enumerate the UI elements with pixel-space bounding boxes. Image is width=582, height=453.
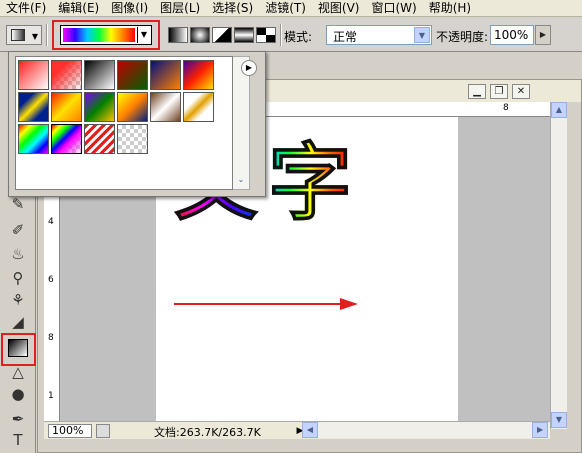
ruler-label: 1 <box>48 391 54 401</box>
maximize-button[interactable]: ❐ <box>490 84 508 99</box>
menu-bar: 文件(F) 编辑(E) 图像(I) 图层(L) 选择(S) 滤镜(T) 视图(V) 窗口(W)… <box>0 0 582 17</box>
panel-menu-button[interactable]: ▶ <box>241 60 257 76</box>
radial-gradient-button[interactable] <box>190 27 210 43</box>
gradient-swatch[interactable] <box>51 92 82 122</box>
scroll-down-button[interactable]: ▼ <box>551 412 567 428</box>
gradient-picker[interactable]: ▼ <box>60 25 152 45</box>
scroll-down-button[interactable]: ⌄ <box>233 173 249 189</box>
menu-item[interactable]: 滤镜(T) <box>259 0 312 16</box>
mode-label: 模式: <box>284 30 313 44</box>
pen-icon[interactable]: ✒ <box>5 408 31 430</box>
swatch-scrollbar[interactable]: ⌄ <box>233 56 250 190</box>
menu-item[interactable]: 图层(L) <box>154 0 206 16</box>
gradient-swatch[interactable] <box>150 92 181 122</box>
gradient-swatch[interactable] <box>183 92 214 122</box>
blur-icon[interactable]: △ <box>5 361 31 383</box>
minimize-button[interactable]: ▁ <box>468 84 486 99</box>
gradient-swatch[interactable] <box>18 124 49 154</box>
type-icon[interactable]: T <box>5 429 31 451</box>
linear-gradient-button[interactable] <box>168 27 188 43</box>
scroll-left-button[interactable]: ▲ <box>302 422 318 438</box>
brush-icon[interactable]: ♨ <box>5 243 31 265</box>
diamond-gradient-button[interactable] <box>256 27 276 43</box>
menu-item[interactable]: 视图(V) <box>312 0 366 16</box>
gradient-swatch[interactable] <box>117 124 148 154</box>
reflected-gradient-button[interactable] <box>234 27 254 43</box>
gradient-swatch[interactable] <box>84 124 115 154</box>
chevron-down-icon: ▼ <box>31 32 38 41</box>
ruler-label: 6 <box>48 275 54 285</box>
eraser-icon[interactable]: ◢ <box>5 311 31 333</box>
gradient-tool-icon[interactable] <box>8 339 28 357</box>
ruler-label: 8 <box>48 333 54 343</box>
gradient-tool-icon <box>11 29 25 41</box>
gradient-swatch[interactable] <box>18 60 49 90</box>
document-info: 文档:263.7K/263.7K <box>154 426 261 439</box>
gradient-picker-panel: ⌄ ▶ <box>8 51 266 197</box>
gradient-swatch[interactable] <box>18 92 49 122</box>
scroll-up-button[interactable]: ▲ <box>551 102 567 118</box>
tool-preset-picker[interactable]: ▼ <box>6 25 42 45</box>
options-bar: ▼ ▼ 模式: 正常 ▼ 不透明度: 100% ▶ <box>0 18 582 52</box>
separator <box>46 24 48 46</box>
opacity-slider-toggle[interactable]: ▶ <box>535 25 551 45</box>
opacity-label: 不透明度: <box>436 30 489 44</box>
menu-item[interactable]: 图像(I) <box>105 0 154 16</box>
gradient-swatch[interactable] <box>150 60 181 90</box>
menu-item[interactable]: 窗口(W) <box>365 0 422 16</box>
vertical-scrollbar[interactable]: ▲ ▼ <box>550 102 567 429</box>
dodge-icon[interactable]: ● <box>5 383 31 405</box>
angle-gradient-button[interactable] <box>212 27 232 43</box>
ruler-label: 4 <box>48 217 54 227</box>
gradient-swatch-grid <box>15 56 233 190</box>
gradient-swatch[interactable] <box>84 92 115 122</box>
separator <box>280 24 282 46</box>
gradient-swatch[interactable] <box>117 60 148 90</box>
gradient-swatch[interactable] <box>183 60 214 90</box>
menu-item[interactable]: 帮助(H) <box>423 0 477 16</box>
zoom-level[interactable]: 100% <box>48 424 92 438</box>
gradient-swatch[interactable] <box>117 92 148 122</box>
healing-brush-icon[interactable]: ✐ <box>5 219 31 241</box>
mode-select[interactable]: 正常 ▼ <box>326 25 432 45</box>
gradient-swatch[interactable] <box>84 60 115 90</box>
ruler-label: 8 <box>503 103 509 113</box>
opacity-input[interactable]: 100% <box>490 25 534 45</box>
mode-value: 正常 <box>333 30 358 44</box>
status-icon[interactable] <box>96 424 110 438</box>
gradient-swatch-selected[interactable] <box>50 123 83 155</box>
gradient-swatch[interactable] <box>51 60 82 90</box>
menu-item[interactable]: 编辑(E) <box>52 0 105 16</box>
history-brush-icon[interactable]: ⚘ <box>5 289 31 311</box>
menu-item[interactable]: 文件(F) <box>0 0 52 16</box>
chevron-down-icon[interactable]: ▼ <box>414 27 430 43</box>
clone-stamp-icon[interactable]: ⚲ <box>5 267 31 289</box>
gradient-preview <box>63 28 135 42</box>
horizontal-scrollbar[interactable]: ▲ ▲ <box>302 422 550 438</box>
chevron-down-icon[interactable]: ▼ <box>137 27 150 43</box>
menu-item[interactable]: 选择(S) <box>206 0 259 16</box>
close-button[interactable]: ✕ <box>512 84 530 99</box>
scroll-right-button[interactable]: ▲ <box>532 422 548 438</box>
